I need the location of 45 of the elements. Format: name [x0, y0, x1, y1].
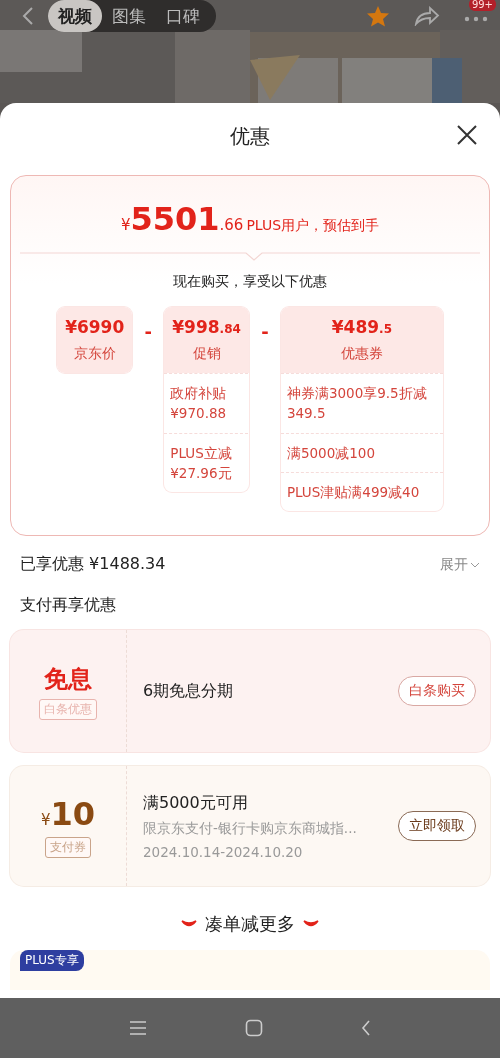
- offer-tag: 白条优惠: [39, 698, 97, 720]
- tab[interactable]: 图集: [102, 0, 156, 32]
- share-icon[interactable]: [414, 6, 440, 26]
- back-icon[interactable]: [361, 1019, 371, 1037]
- discount-detail: 政府补贴 ¥970.88: [164, 373, 249, 433]
- smile-icon: [303, 920, 319, 928]
- discount-detail: 满5000减100: [280, 432, 443, 472]
- tab[interactable]: 视频: [48, 0, 102, 32]
- chevron-down-icon: [470, 561, 480, 568]
- price-label: 优惠券: [340, 345, 383, 363]
- offer-headline: 免息: [44, 663, 92, 695]
- estimated-price: ¥5501.66 PLUS用户，预估到手: [120, 200, 380, 238]
- discount-subtitle: 现在购买，享受以下优惠: [173, 273, 327, 291]
- offer-dates: 2024.10.14-2024.10.20: [143, 843, 304, 860]
- offer-action-button[interactable]: 立即领取: [398, 811, 476, 841]
- plus-badge: PLUS专享: [20, 950, 84, 971]
- discount-detail: PLUS津贴满499减40: [280, 471, 443, 511]
- saved-total: 已享优惠 ¥1488.34: [20, 554, 166, 575]
- star-icon[interactable]: [366, 5, 390, 27]
- tab[interactable]: 口碑: [156, 0, 210, 32]
- discount-detail: 神券满3000享9.5折减349.5: [280, 373, 443, 433]
- sheet-title: 优惠: [230, 122, 270, 150]
- price-label: 促销: [192, 345, 221, 363]
- price-label: 京东价: [73, 345, 116, 363]
- price-amount: ¥489.5: [331, 317, 392, 337]
- section-title: 支付再享优惠: [19, 594, 117, 616]
- smile-icon: [181, 920, 197, 928]
- more-icon[interactable]: [464, 15, 488, 22]
- price-amount: ¥6990: [65, 317, 125, 337]
- minus-sign: -: [260, 321, 270, 342]
- coupon-amount: ¥10: [40, 794, 96, 833]
- notification-badge: 99+: [468, 0, 496, 11]
- offer-title: 6期免息分期: [143, 680, 235, 702]
- minus-sign: -: [143, 321, 153, 342]
- offer-description: 限京东支付-银行卡购京东商城指...: [143, 819, 358, 838]
- offer-title: 满5000元可用: [143, 792, 249, 814]
- menu-icon[interactable]: [129, 1020, 147, 1036]
- discount-detail: PLUS立减 ¥27.96元: [164, 432, 249, 492]
- offer-tag: 支付券: [45, 836, 91, 858]
- back-icon[interactable]: [22, 6, 34, 26]
- offer-action-button[interactable]: 白条购买: [398, 676, 476, 706]
- home-icon[interactable]: [245, 1019, 263, 1037]
- more-deals-heading: 凑单减更多: [205, 912, 295, 936]
- expand-button[interactable]: 展开: [440, 555, 480, 574]
- price-amount: ¥998.84: [172, 317, 241, 337]
